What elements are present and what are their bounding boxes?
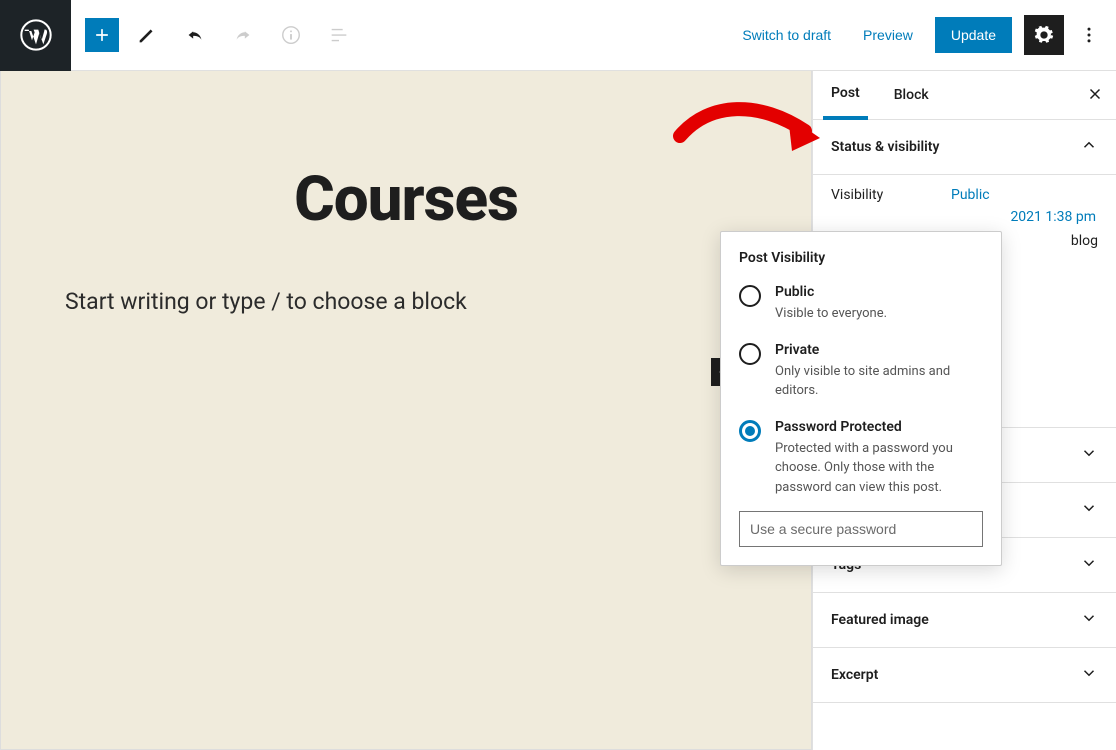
visibility-option-password[interactable]: Password Protected Protected with a pass…	[739, 419, 983, 498]
option-title: Private	[775, 342, 983, 358]
password-input[interactable]	[739, 511, 983, 547]
wordpress-logo[interactable]	[0, 0, 71, 71]
settings-toggle-button[interactable]	[1024, 15, 1064, 55]
option-title: Password Protected	[775, 419, 983, 435]
option-desc: Only visible to site admins and editors.	[775, 362, 983, 401]
tab-block[interactable]: Block	[886, 72, 937, 118]
excerpt-panel-header[interactable]: Excerpt	[813, 648, 1116, 703]
chevron-down-icon	[1080, 444, 1098, 466]
tab-post[interactable]: Post	[823, 71, 868, 120]
chevron-down-icon	[1080, 664, 1098, 686]
chevron-down-icon	[1080, 499, 1098, 521]
toolbar-left	[71, 15, 359, 55]
visibility-label: Visibility	[831, 187, 951, 203]
status-visibility-panel-header[interactable]: Status & visibility	[813, 120, 1116, 175]
visibility-value[interactable]: Public	[951, 187, 990, 203]
popover-title: Post Visibility	[739, 250, 983, 266]
toolbar-right: Switch to draft Preview Update	[732, 15, 1116, 55]
more-options-icon[interactable]	[1076, 15, 1102, 55]
featured-image-label: Featured image	[831, 612, 929, 628]
visibility-option-public[interactable]: Public Visible to everyone.	[739, 284, 983, 324]
excerpt-label: Excerpt	[831, 667, 878, 683]
block-placeholder[interactable]: Start writing or type / to choose a bloc…	[1, 288, 811, 315]
status-visibility-label: Status & visibility	[831, 139, 939, 155]
add-block-button[interactable]	[85, 18, 119, 52]
option-title: Public	[775, 284, 887, 300]
page-title[interactable]: Courses	[1, 163, 811, 236]
radio-icon	[739, 285, 761, 307]
update-button[interactable]: Update	[935, 17, 1012, 53]
post-visibility-popover: Post Visibility Public Visible to everyo…	[720, 231, 1002, 566]
outline-icon[interactable]	[319, 15, 359, 55]
redo-icon[interactable]	[223, 15, 263, 55]
switch-to-draft-link[interactable]: Switch to draft	[732, 21, 841, 49]
editor-topbar: Switch to draft Preview Update	[0, 0, 1116, 71]
radio-icon	[739, 420, 761, 442]
edit-mode-icon[interactable]	[127, 15, 167, 55]
close-sidebar-icon[interactable]	[1086, 85, 1104, 107]
featured-image-panel-header[interactable]: Featured image	[813, 593, 1116, 648]
preview-link[interactable]: Preview	[853, 21, 923, 49]
option-desc: Visible to everyone.	[775, 304, 887, 324]
radio-icon	[739, 343, 761, 365]
option-desc: Protected with a password you choose. On…	[775, 439, 983, 498]
sidebar-tabs: Post Block	[813, 71, 1116, 120]
visibility-option-private[interactable]: Private Only visible to site admins and …	[739, 342, 983, 401]
chevron-down-icon	[1080, 554, 1098, 576]
chevron-up-icon	[1080, 136, 1098, 158]
editor-canvas[interactable]: Courses Start writing or type / to choos…	[0, 71, 812, 750]
chevron-down-icon	[1080, 609, 1098, 631]
info-icon[interactable]	[271, 15, 311, 55]
undo-icon[interactable]	[175, 15, 215, 55]
publish-datetime[interactable]: 2021 1:38 pm	[831, 209, 1098, 225]
